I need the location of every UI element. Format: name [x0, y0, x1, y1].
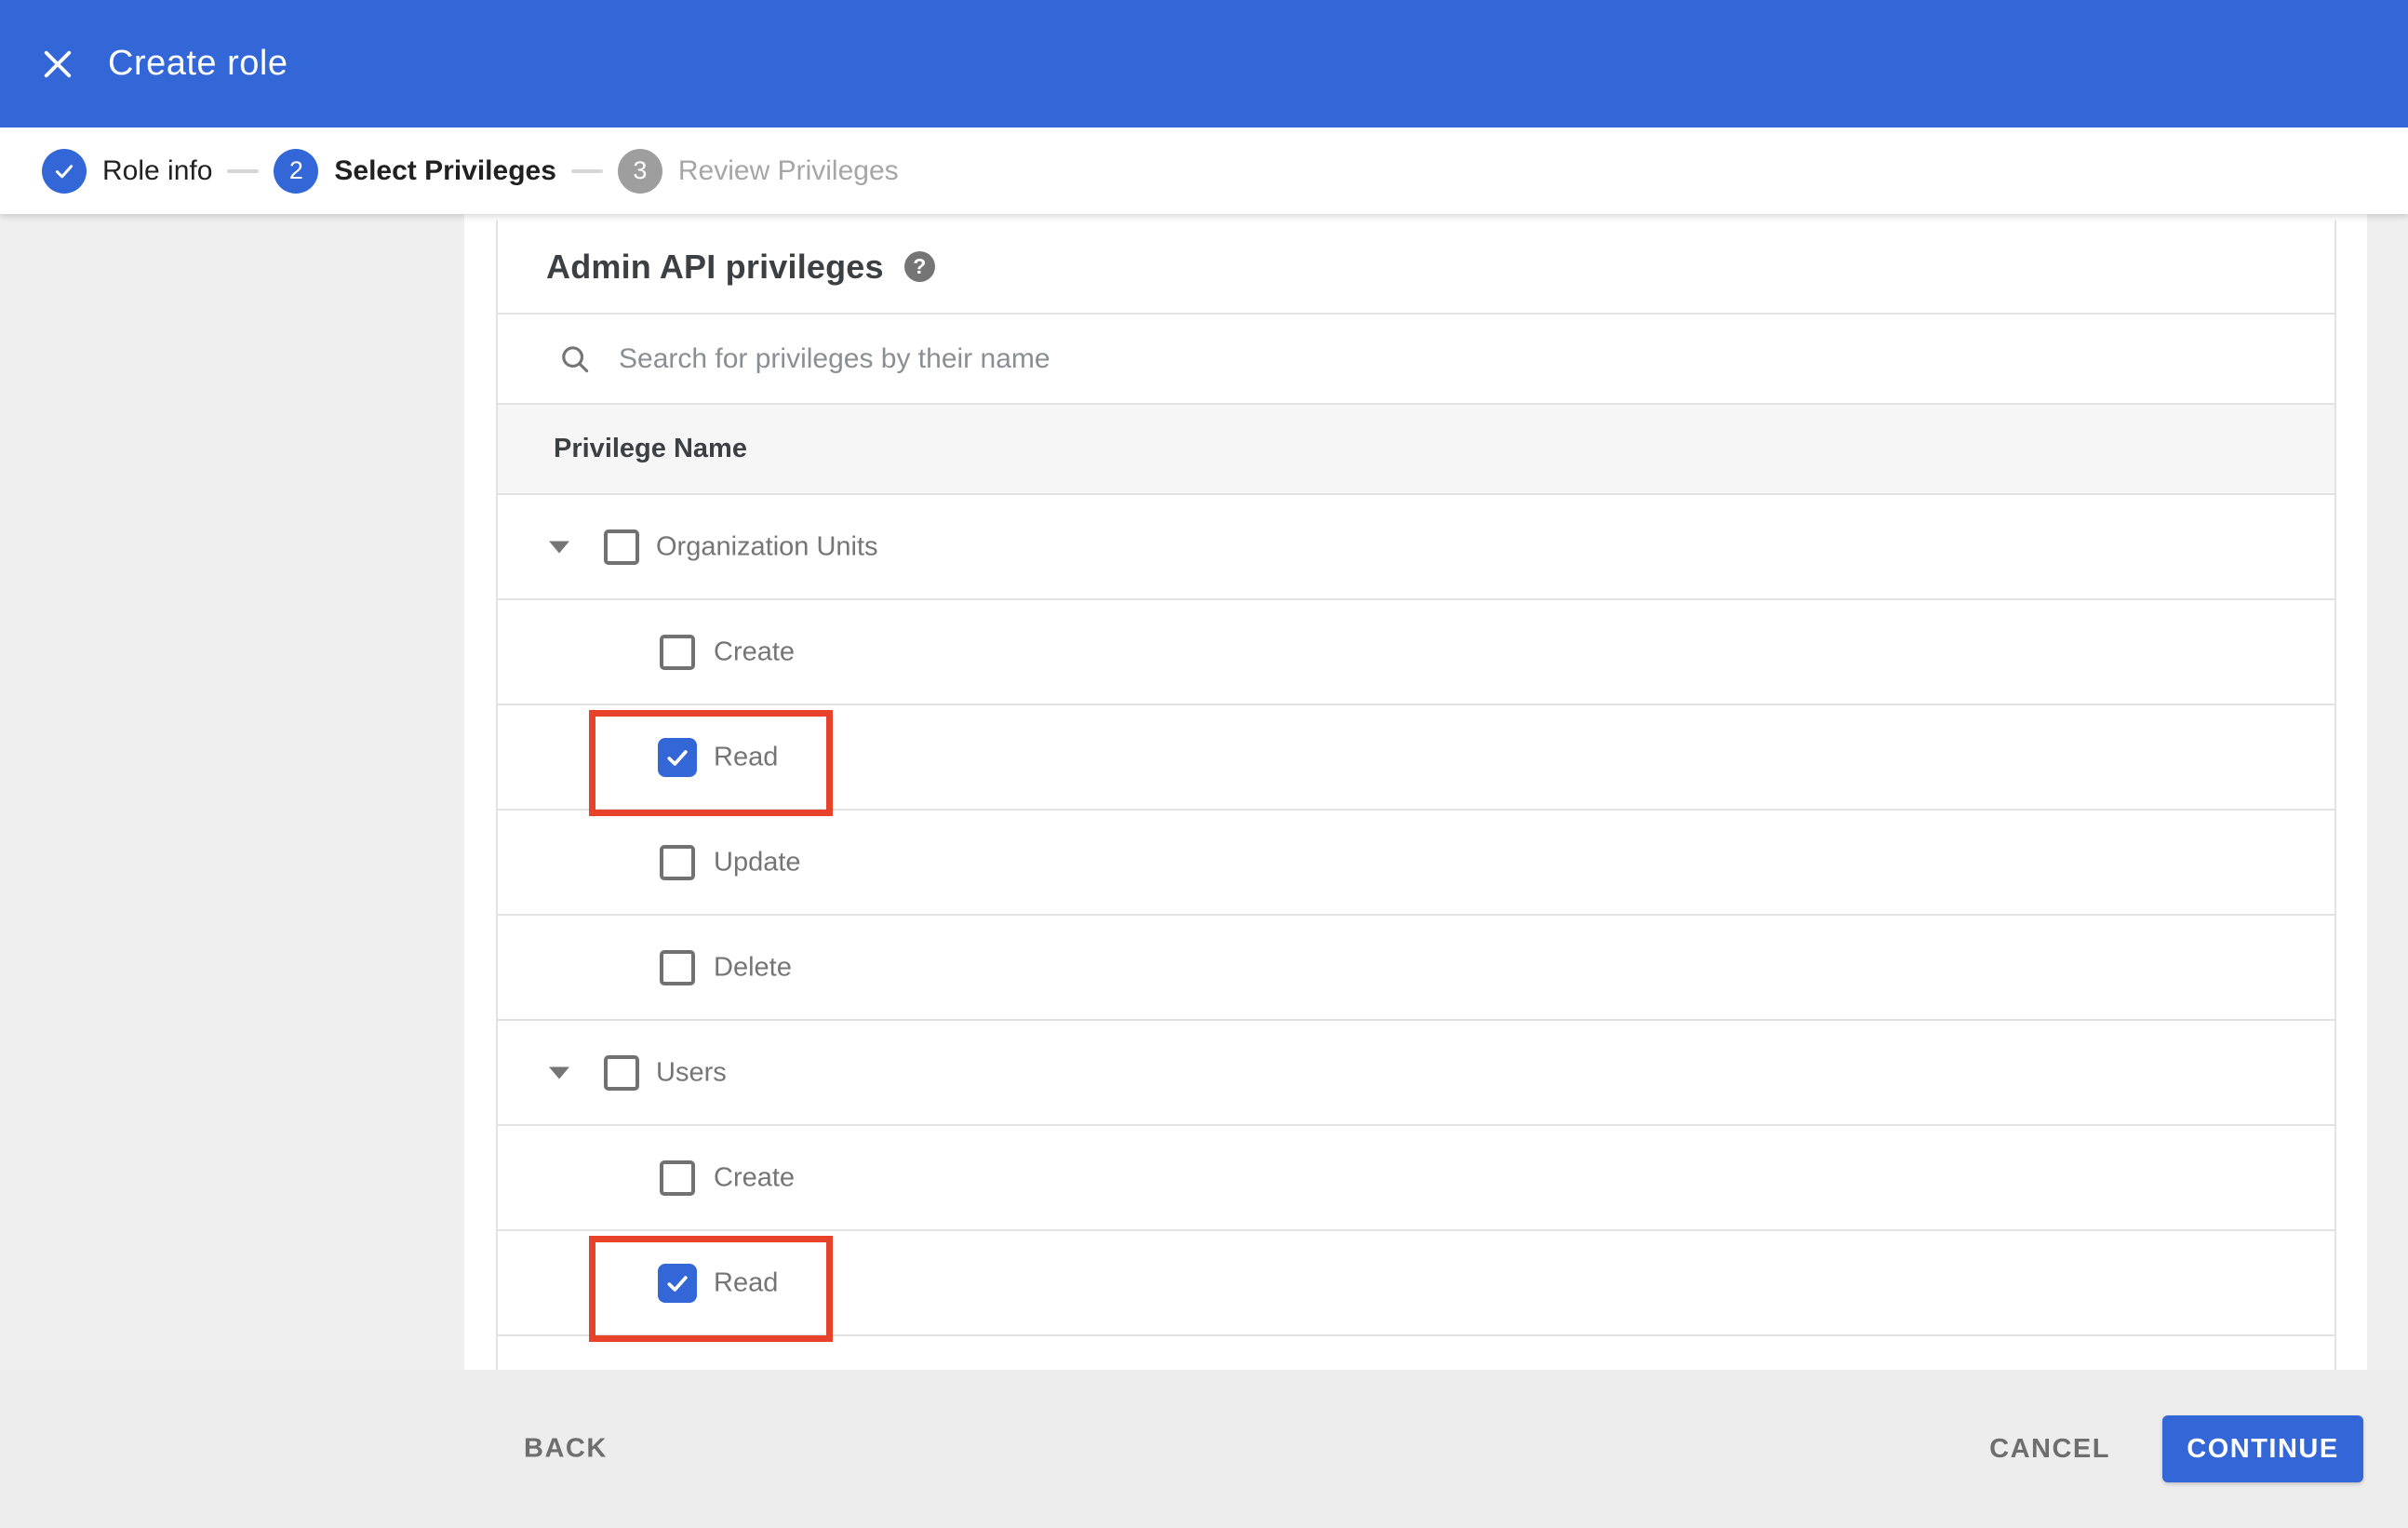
privilege-row: Create	[498, 1124, 2334, 1229]
table-header: Privilege Name	[498, 403, 2334, 493]
privilege-row: Users	[498, 1019, 2334, 1124]
step-label: Review Privileges	[677, 154, 899, 186]
step-connector	[570, 168, 603, 173]
panel-title: Admin API privileges	[546, 247, 884, 286]
privilege-checkbox[interactable]	[660, 949, 695, 985]
search-row	[498, 313, 2334, 403]
privilege-label: Delete	[714, 952, 792, 982]
privilege-row: Create	[498, 598, 2334, 704]
continue-button[interactable]: CONTINUE	[2162, 1415, 2363, 1482]
cancel-button[interactable]: CANCEL	[1989, 1434, 2110, 1465]
step-role-info[interactable]: Role info	[42, 148, 213, 194]
privilege-label: Users	[656, 1057, 727, 1087]
step-label: Select Privileges	[334, 154, 556, 186]
step-number-badge: 3	[617, 148, 662, 194]
privilege-label: Create	[714, 637, 796, 666]
dialog-title: Create role	[108, 44, 288, 83]
footer-actions: CANCEL CONTINUE	[1989, 1415, 2363, 1482]
step-connector	[227, 168, 260, 173]
privilege-row: Read	[498, 1229, 2334, 1342]
privilege-checkbox[interactable]	[660, 1159, 695, 1196]
help-icon[interactable]: ?	[903, 251, 935, 282]
panel-title-row: Admin API privileges ?	[498, 221, 2334, 313]
collapse-arrow-icon[interactable]	[549, 541, 569, 553]
step-done-check-icon	[42, 148, 87, 194]
step-select-privileges[interactable]: 2 Select Privileges	[274, 148, 556, 194]
stepper: Role info 2 Select Privileges 3 Review P…	[0, 127, 2408, 214]
search-icon	[562, 345, 589, 372]
privilege-checkbox[interactable]	[604, 529, 639, 565]
highlight-box	[589, 710, 833, 816]
privileges-panel: Admin API privileges ? Privilege Name Or…	[496, 221, 2336, 1370]
privilege-row: Read	[498, 704, 2334, 816]
highlight-box	[589, 1236, 833, 1342]
back-button[interactable]: BACK	[524, 1434, 608, 1465]
dialog-footer: BACK CANCEL CONTINUE	[0, 1370, 2408, 1528]
privilege-label: Create	[714, 1162, 796, 1192]
privilege-label: Organization Units	[656, 531, 878, 561]
step-number-badge: 2	[274, 148, 319, 194]
privilege-checkbox[interactable]	[660, 634, 695, 670]
table-header-label: Privilege Name	[554, 434, 747, 463]
privilege-label: Update	[714, 847, 801, 877]
close-icon[interactable]	[30, 36, 86, 92]
privilege-checkbox[interactable]	[604, 1054, 639, 1091]
step-label: Role info	[102, 154, 213, 186]
privilege-row: Organization Units	[498, 493, 2334, 598]
collapse-arrow-icon[interactable]	[549, 1066, 569, 1079]
dialog-content: Admin API privileges ? Privilege Name Or…	[464, 214, 2367, 1370]
privileges-rows: Organization Units Create Read Update De…	[498, 493, 2334, 1342]
search-input[interactable]	[619, 342, 2201, 375]
privilege-row: Update	[498, 809, 2334, 914]
dialog-header: Create role	[0, 0, 2408, 127]
step-review-privileges[interactable]: 3 Review Privileges	[617, 148, 899, 194]
privilege-row: Delete	[498, 914, 2334, 1019]
privilege-checkbox[interactable]	[660, 844, 695, 880]
